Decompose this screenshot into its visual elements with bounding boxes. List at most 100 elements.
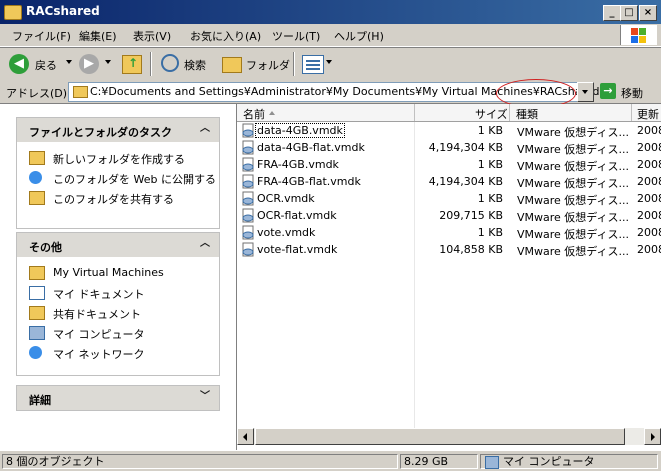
file-size: 1 KB	[477, 226, 503, 239]
address-path[interactable]: C:¥Documents and Settings¥Administrator¥…	[90, 85, 600, 98]
views-icon[interactable]	[302, 55, 324, 74]
my-documents-icon	[29, 286, 45, 300]
new-folder-icon	[29, 151, 45, 165]
search-icon[interactable]	[161, 54, 179, 72]
folder-icon	[73, 86, 88, 98]
file-folder-tasks-header[interactable]: ファイルとフォルダのタスク ︿	[17, 118, 219, 142]
back-button-label[interactable]: 戻る	[35, 57, 57, 73]
views-dropdown-icon[interactable]	[326, 60, 332, 64]
table-row[interactable]: FRA-4GB.vmdk 1 KB VMware 仮想ディス... 2008	[237, 156, 661, 173]
details-panel: 詳細 ﹀	[16, 385, 220, 411]
table-row[interactable]: vote.vmdk 1 KB VMware 仮想ディス... 2008	[237, 224, 661, 241]
table-row[interactable]: OCR-flat.vmdk 209,715 KB VMware 仮想ディス... 20…	[237, 207, 661, 224]
file-name[interactable]: FRA-4GB.vmdk	[257, 158, 339, 171]
column-header: 名前 サイズ 種類 更新	[237, 104, 661, 122]
file-name[interactable]: data-4GB.vmdk	[255, 123, 345, 138]
file-type: VMware 仮想ディス...	[517, 245, 630, 258]
table-row[interactable]: data-4GB.vmdk 1 KB VMware 仮想ディス... 2008	[237, 122, 661, 139]
expand-chevron-icon[interactable]: ﹀	[199, 391, 211, 403]
file-folder-tasks-panel: ファイルとフォルダのタスク ︿ 新しいフォルダを作成する このフォルダを Web…	[16, 117, 220, 229]
file-date: 2008	[637, 226, 661, 239]
scroll-left-button[interactable]	[237, 428, 254, 445]
disk-file-icon	[242, 208, 254, 223]
table-row[interactable]: data-4GB-flat.vmdk 4,194,304 KB VMware 仮想デ…	[237, 139, 661, 156]
go-button-label[interactable]: 移動	[621, 85, 643, 101]
folders-button-label[interactable]: フォルダ	[246, 57, 290, 73]
network-icon	[29, 346, 42, 359]
back-dropdown-icon[interactable]	[66, 60, 72, 64]
disk-file-icon	[242, 242, 254, 257]
column-type[interactable]: 種類	[516, 106, 538, 122]
column-size[interactable]: サイズ	[475, 106, 508, 122]
window-title: RACshared	[26, 4, 100, 18]
menu-tools[interactable]: ツール(T)	[272, 28, 320, 44]
file-name[interactable]: data-4GB-flat.vmdk	[257, 141, 365, 154]
file-date: 2008	[637, 124, 661, 137]
shared-folder-icon	[29, 306, 45, 320]
file-name[interactable]: OCR.vmdk	[257, 192, 315, 205]
column-date[interactable]: 更新	[637, 106, 659, 122]
collapse-chevron-icon[interactable]: ︿	[199, 123, 211, 135]
disk-file-icon	[242, 157, 254, 172]
file-name[interactable]: vote.vmdk	[257, 226, 315, 239]
file-size: 104,858 KB	[439, 243, 503, 256]
address-dropdown-button[interactable]	[577, 82, 594, 102]
disk-file-icon	[242, 140, 254, 155]
other-places-title: その他	[29, 241, 62, 254]
file-type: VMware 仮想ディス...	[517, 160, 630, 173]
computer-icon	[29, 326, 45, 340]
file-date: 2008	[637, 175, 661, 188]
file-name[interactable]: OCR-flat.vmdk	[257, 209, 337, 222]
disk-file-icon	[242, 174, 254, 189]
collapse-chevron-icon[interactable]: ︿	[199, 238, 211, 250]
toolbar-separator	[150, 52, 152, 76]
file-size: 1 KB	[477, 124, 503, 137]
folders-icon[interactable]	[222, 57, 242, 73]
title-bar[interactable]: RACshared _ □ ×	[0, 0, 661, 24]
file-name[interactable]: vote-flat.vmdk	[257, 243, 337, 256]
address-label: アドレス(D)	[6, 87, 68, 100]
disk-file-icon	[242, 191, 254, 206]
file-type: VMware 仮想ディス...	[517, 194, 630, 207]
close-button[interactable]: ×	[639, 5, 657, 21]
menu-view[interactable]: 表示(V)	[133, 28, 171, 44]
minimize-button[interactable]: _	[603, 5, 621, 21]
column-name[interactable]: 名前	[243, 106, 265, 122]
other-places-header[interactable]: その他 ︿	[17, 233, 219, 257]
file-size: 4,194,304 KB	[428, 175, 503, 188]
file-date: 2008	[637, 158, 661, 171]
address-bar: アドレス(D) C:¥Documents and Settings¥Admini…	[0, 81, 661, 104]
file-date: 2008	[637, 209, 661, 222]
table-row[interactable]: FRA-4GB-flat.vmdk 4,194,304 KB VMware 仮想ディ…	[237, 173, 661, 190]
maximize-button[interactable]: □	[620, 5, 638, 21]
search-button-label[interactable]: 検索	[184, 57, 206, 73]
details-header[interactable]: 詳細 ﹀	[17, 386, 219, 410]
sort-ascending-icon	[269, 111, 275, 115]
back-arrow-icon[interactable]: ◀	[9, 54, 29, 74]
table-row[interactable]: vote-flat.vmdk 104,858 KB VMware 仮想ディス... 2…	[237, 241, 661, 258]
file-date: 2008	[637, 141, 661, 154]
scroll-thumb[interactable]	[255, 428, 625, 445]
menu-bar: ファイル(F) 編集(E) 表示(V) お気に入り(A) ツール(T) ヘルプ(…	[0, 24, 661, 47]
forward-arrow-icon[interactable]: ▶	[79, 54, 99, 74]
file-type: VMware 仮想ディス...	[517, 211, 630, 224]
forward-dropdown-icon[interactable]	[105, 60, 111, 64]
menu-favorites[interactable]: お気に入り(A)	[190, 28, 261, 44]
scroll-right-button[interactable]	[644, 428, 661, 445]
computer-icon	[485, 456, 499, 469]
file-name[interactable]: FRA-4GB-flat.vmdk	[257, 175, 361, 188]
standard-toolbar: ◀ 戻る ▶ ↑ 検索 フォルダ	[0, 47, 661, 82]
file-type: VMware 仮想ディス...	[517, 177, 630, 190]
menu-edit[interactable]: 編集(E)	[79, 28, 117, 44]
address-input[interactable]: C:¥Documents and Settings¥Administrator¥…	[68, 82, 600, 102]
go-arrow-icon[interactable]: →	[600, 83, 616, 99]
up-folder-icon[interactable]: ↑	[122, 55, 142, 74]
file-date: 2008	[637, 243, 661, 256]
globe-icon	[29, 171, 42, 184]
file-size: 209,715 KB	[439, 209, 503, 222]
status-bar: 8 個のオブジェクト 8.29 GB マイ コンピュータ	[0, 450, 661, 471]
menu-help[interactable]: ヘルプ(H)	[334, 28, 384, 44]
horizontal-scrollbar[interactable]	[237, 428, 661, 445]
table-row[interactable]: OCR.vmdk 1 KB VMware 仮想ディス... 2008	[237, 190, 661, 207]
menu-file[interactable]: ファイル(F)	[12, 28, 71, 44]
